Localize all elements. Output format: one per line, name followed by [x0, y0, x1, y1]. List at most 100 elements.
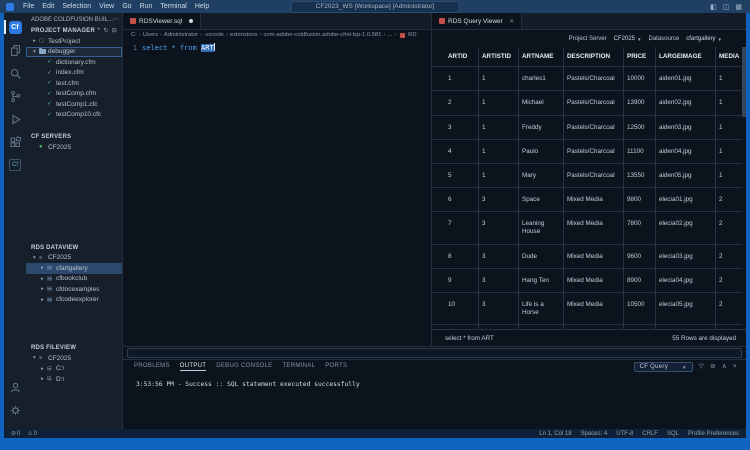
- tree-item-dictionary-cfm[interactable]: ✓ dictionary.cfm: [26, 57, 122, 68]
- tab-rds-query-viewer[interactable]: RDS Query Viewer ×: [432, 13, 522, 29]
- server-dropdown[interactable]: CF2025 ▼: [614, 36, 642, 42]
- table-row[interactable]: 10 3 Life is a Horse Mixed Media 10500 elecia…: [432, 292, 741, 326]
- status-sql[interactable]: SQL: [667, 431, 679, 437]
- datasource-dropdown[interactable]: cfartgallery ▼: [686, 36, 722, 42]
- search-icon[interactable]: [4, 65, 26, 81]
- extensions-icon[interactable]: [4, 134, 26, 150]
- section-header-project-manager[interactable]: PROJECT MANAGER + ↻ ⊟: [26, 25, 122, 36]
- table-row[interactable]: 1 1 charles1 Pastels/Charcoal 10000 aiden01.j…: [432, 67, 741, 92]
- menu-run[interactable]: Run: [136, 3, 157, 10]
- source-control-icon[interactable]: [4, 88, 26, 104]
- tree-item-index-cfm[interactable]: ✓ index.cfm: [26, 68, 122, 79]
- settings-gear-icon[interactable]: [4, 402, 26, 418]
- table-row[interactable]: 6 3 Space Mixed Media 9800 elecia01.jpg 2: [432, 188, 741, 213]
- column-header-artistid[interactable]: ARTISTID: [479, 47, 519, 67]
- menu-help[interactable]: Help: [191, 3, 213, 10]
- maximize-panel-icon[interactable]: ∧: [722, 363, 727, 371]
- output-channel-dropdown[interactable]: CF Query ▼: [633, 362, 693, 372]
- app-icon[interactable]: [6, 2, 14, 11]
- explorer-icon[interactable]: [4, 42, 26, 58]
- tab-rdsviewer-sql[interactable]: RDSViewer.sql: [123, 13, 202, 29]
- tree-item-cf2025[interactable]: ▾ ≡ CF2025: [26, 253, 122, 264]
- tree-item-d-[interactable]: ▸ ⊟ D:\: [26, 374, 122, 385]
- status-crlf[interactable]: CRLF: [642, 431, 658, 437]
- status-errors[interactable]: ⊘ 0: [11, 430, 20, 438]
- tree-item-testcomp1-cfc[interactable]: ✓ testComp1.cfc: [26, 99, 122, 110]
- tree-item-testproject[interactable]: ▸ ▢ TestProject: [26, 36, 122, 47]
- breadcrumb-item[interactable]: Users: [143, 32, 158, 38]
- add-project-icon[interactable]: +: [97, 27, 101, 34]
- status-profile-preferences[interactable]: Profile Preferences: [688, 431, 739, 437]
- menu-edit[interactable]: Edit: [38, 3, 58, 10]
- tree-item-cf2025[interactable]: ● CF2025: [26, 142, 122, 153]
- layout-grid-icon[interactable]: ▦: [735, 3, 742, 11]
- tree-item-cfdocexamples[interactable]: ▸ ▤ cfdocexamples: [26, 284, 122, 295]
- tree-item-cfcodeexplorer[interactable]: ▸ ▤ cfcodeexplorer: [26, 295, 122, 306]
- breadcrumb-item[interactable]: C:: [131, 32, 137, 38]
- table-row[interactable]: 3 1 Freddy Pastels/Charcoal 12500 aiden03.jpg…: [432, 115, 741, 140]
- code-editor[interactable]: 1 select * from ART: [123, 40, 431, 52]
- column-header-largeimage[interactable]: LARGEIMAGE: [656, 47, 716, 67]
- panel-tab-terminal[interactable]: TERMINAL: [282, 363, 315, 371]
- status-warnings-count: 0: [33, 430, 38, 437]
- close-tab-icon[interactable]: ×: [510, 18, 514, 25]
- breadcrumb-item[interactable]: Administrator: [164, 32, 198, 38]
- coldfusion-view-icon[interactable]: Cf: [4, 19, 26, 35]
- table-row[interactable]: 2 1 Michael Pastels/Charcoal 13900 aiden02.jp…: [432, 91, 741, 116]
- filter-icon[interactable]: ▽: [699, 363, 704, 371]
- tree-item-debugger[interactable]: ▾ debugger: [26, 46, 122, 57]
- clear-output-icon[interactable]: ⊘: [710, 363, 716, 371]
- section-header-rds-fileview[interactable]: RDS FILEVIEW: [26, 343, 122, 353]
- refresh-icon[interactable]: ↻: [104, 27, 109, 34]
- column-header-artname[interactable]: ARTNAME: [519, 47, 564, 67]
- table-row[interactable]: 8 3 Dude Mixed Media 9600 elecia03.jpg 2: [432, 244, 741, 269]
- breadcrumb-item[interactable]: RD: [408, 32, 416, 38]
- close-panel-icon[interactable]: ×: [733, 363, 737, 371]
- breadcrumb-item[interactable]: extensions: [230, 32, 258, 38]
- column-header-artid[interactable]: ARTID: [445, 47, 479, 67]
- breadcrumb-item[interactable]: .vscode: [204, 32, 224, 38]
- tree-item-testcomp10-cfc[interactable]: ✓ testComp10.cfc: [26, 110, 122, 121]
- tree-item-testcomp-cfm[interactable]: ✓ testComp.cfm: [26, 89, 122, 100]
- sidebar-more-actions-icon[interactable]: ⋯: [113, 16, 119, 23]
- status-utf-8[interactable]: UTF-8: [616, 431, 633, 437]
- section-header-rds-dataview[interactable]: RDS DATAVIEW: [26, 243, 122, 253]
- menu-file[interactable]: File: [19, 3, 38, 10]
- table-row[interactable]: 5 1 Mary Pastels/Charcoal 13550 aiden05.jpg 1: [432, 163, 741, 189]
- account-icon[interactable]: [4, 379, 26, 395]
- layout-sidebar-icon[interactable]: ◧: [710, 3, 717, 11]
- output-console[interactable]: 3:53:56 PM - Success :: SQL statement ex…: [123, 374, 746, 388]
- collapse-all-icon[interactable]: ⊟: [112, 27, 117, 34]
- run-and-debug-icon[interactable]: [4, 111, 26, 127]
- modified-dot-icon[interactable]: [189, 19, 194, 23]
- query-input[interactable]: [127, 348, 742, 358]
- breadcrumb-item[interactable]: ...: [387, 32, 392, 38]
- panel-tab-ports[interactable]: PORTS: [325, 363, 347, 371]
- menu-terminal[interactable]: Terminal: [156, 3, 190, 10]
- breadcrumb-item[interactable]: com-adobe-coldfusion.adobe-cfml-lsp-1.0.…: [264, 32, 382, 38]
- column-header-media[interactable]: MEDIA: [716, 47, 741, 66]
- status-ln-1-col-18[interactable]: Ln 1, Col 18: [539, 431, 571, 437]
- menu-go[interactable]: Go: [118, 3, 135, 10]
- panel-tab-output[interactable]: OUTPUT: [179, 363, 207, 371]
- panel-tab-debug-console[interactable]: DEBUG CONSOLE: [216, 363, 272, 371]
- column-header-price[interactable]: PRICE: [624, 47, 656, 67]
- section-header-cf-servers[interactable]: CF SERVERS: [26, 132, 122, 142]
- menu-selection[interactable]: Selection: [58, 3, 95, 10]
- tree-item-cfbookclub[interactable]: ▸ ▤ cfbookclub: [26, 274, 122, 285]
- column-header-description[interactable]: DESCRIPTION: [564, 47, 624, 67]
- table-scrollbar[interactable]: [742, 47, 746, 330]
- status-warnings[interactable]: ⚠ 0: [27, 430, 38, 438]
- layout-panel-icon[interactable]: ◫: [723, 3, 730, 11]
- tree-item-cfartgallery[interactable]: ▸ ▤ cfartgallery: [26, 263, 122, 274]
- tree-item-test-cfm[interactable]: ✓ test.cfm: [26, 78, 122, 89]
- tree-item-c-[interactable]: ▸ ⊟ C:\: [26, 364, 122, 375]
- table-row[interactable]: 9 3 Hang Ten Mixed Media 8900 elecia04.jpg 2: [432, 268, 741, 293]
- panel-tab-problems[interactable]: PROBLEMS: [134, 363, 170, 371]
- cf-tools-icon[interactable]: Cf: [4, 157, 26, 173]
- status-spaces-4[interactable]: Spaces: 4: [581, 431, 608, 437]
- menu-view[interactable]: View: [95, 3, 118, 10]
- tree-item-cf2025[interactable]: ▾ ≡ CF2025: [26, 353, 122, 364]
- table-row[interactable]: 7 3 Leaning House Mixed Media 7800 elecia02.j…: [432, 212, 741, 245]
- table-row[interactable]: 4 1 Paulo Pastels/Charcoal 11100 aiden04.jpg 1: [432, 139, 741, 164]
